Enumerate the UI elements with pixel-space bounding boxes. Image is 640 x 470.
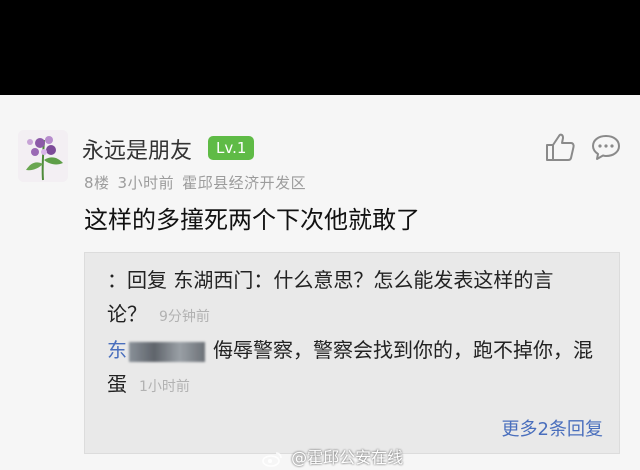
- floor-number: 8楼: [84, 174, 110, 192]
- reply-box: ：回复 东湖西门：什么意思？怎么能发表这样的言论？ 9分钟前 东侮辱警察，警察会找…: [84, 252, 620, 454]
- thumbs-up-icon[interactable]: [544, 132, 576, 162]
- weibo-icon: [262, 451, 282, 467]
- reply-time: 1小时前: [139, 379, 190, 395]
- reply-item: 东侮辱警察，警察会找到你的，跑不掉你，混蛋 1小时前: [107, 333, 602, 404]
- comment-text: 这样的多撞死两个下次他就敢了: [84, 206, 420, 234]
- reply-item: ：回复 东湖西门：什么意思？怎么能发表这样的言论？ 9分钟前: [107, 263, 587, 334]
- watermark: @霍邱公安在线: [262, 444, 403, 468]
- reply-author[interactable]: 东: [107, 338, 127, 362]
- flower-avatar-image: [18, 130, 68, 182]
- username[interactable]: 永远是朋友: [82, 133, 192, 165]
- more-replies-link[interactable]: 更多2条回复: [502, 415, 603, 441]
- avatar[interactable]: [18, 130, 68, 182]
- comment-location: 霍邱县经济开发区: [182, 174, 307, 192]
- comment-time: 3小时前: [117, 174, 175, 192]
- blurred-username: [129, 341, 205, 362]
- comment-bubble-icon[interactable]: [590, 133, 622, 161]
- top-black-bar: [0, 0, 640, 95]
- watermark-text: @霍邱公安在线: [291, 448, 404, 467]
- comment-meta: 8楼 3小时前 霍邱县经济开发区: [84, 172, 306, 193]
- level-badge: Lv.1: [208, 136, 255, 160]
- reply-time: 9分钟前: [159, 309, 210, 325]
